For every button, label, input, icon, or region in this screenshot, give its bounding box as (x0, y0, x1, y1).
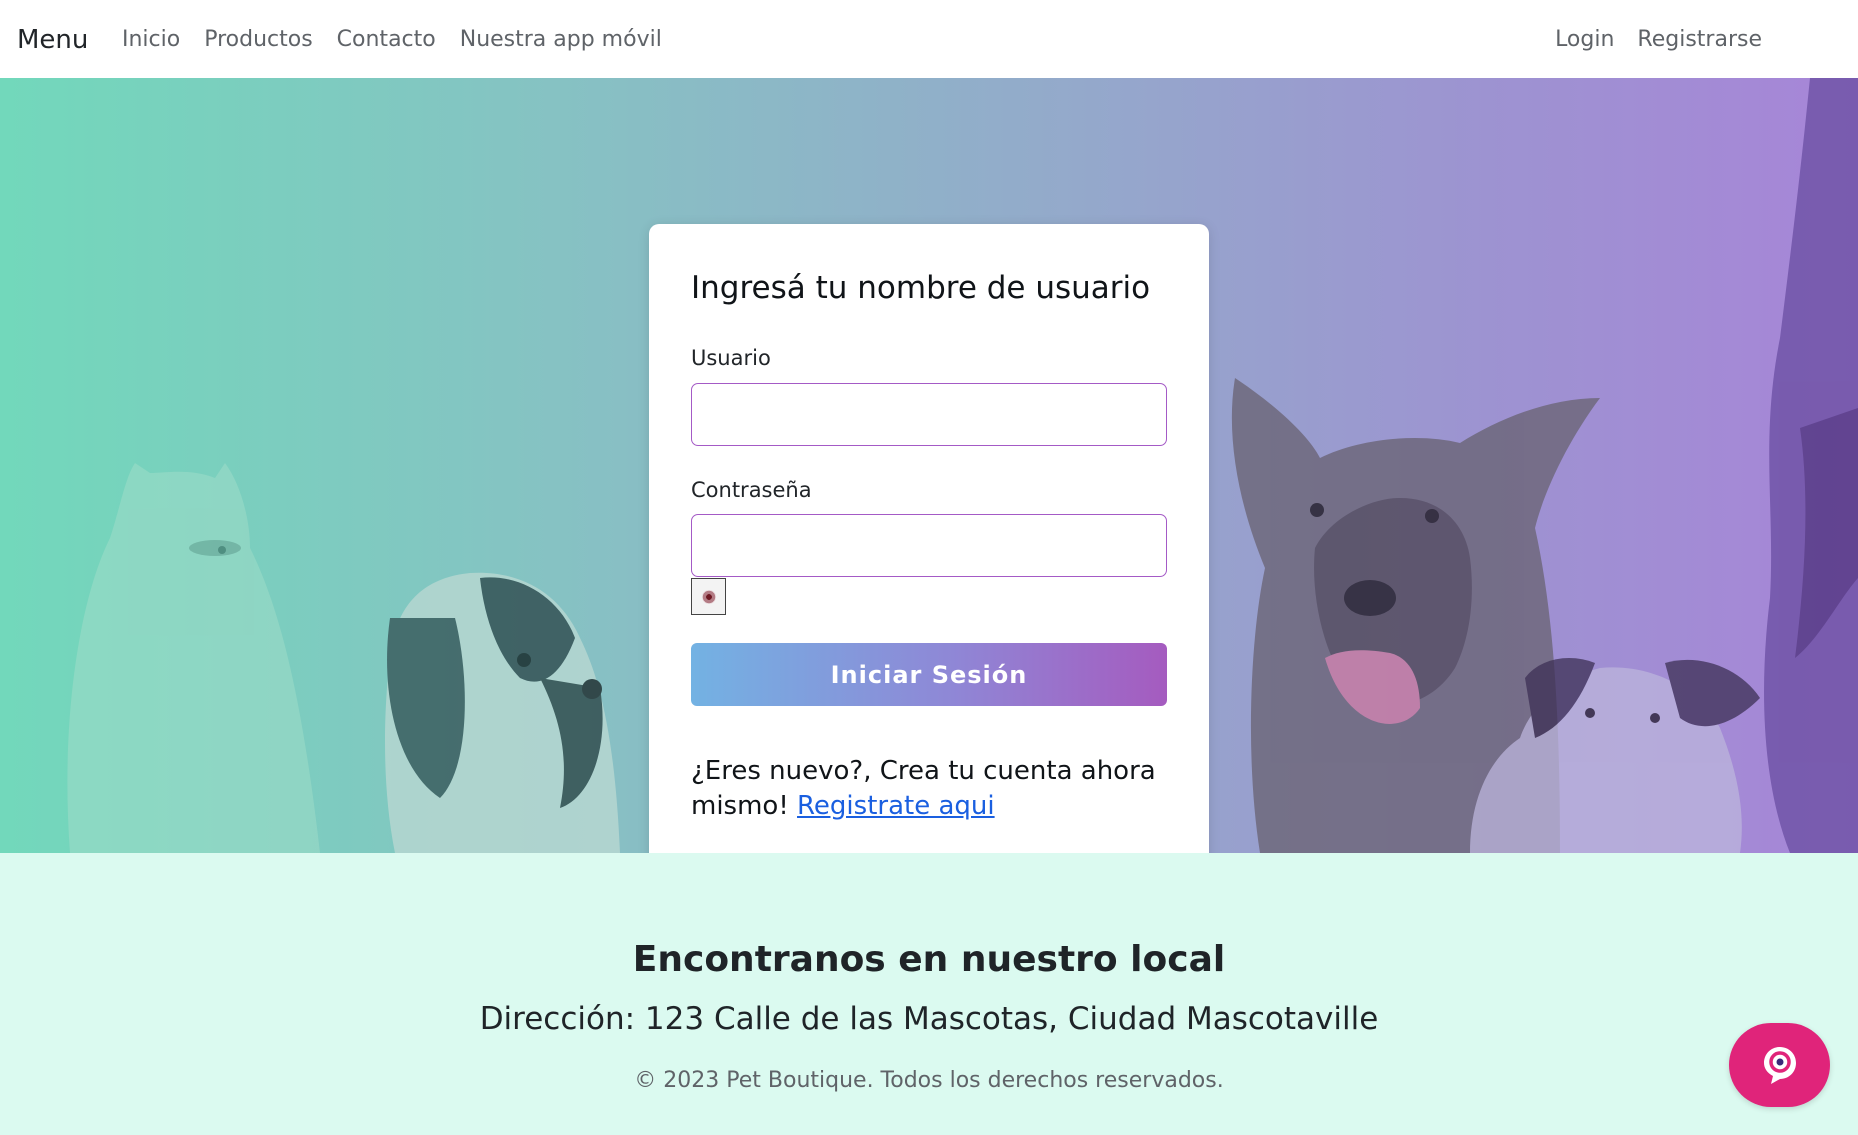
register-link[interactable]: Registrate aqui (797, 791, 995, 821)
spaniel-illustration (385, 572, 620, 853)
nav-link-app-movil[interactable]: Nuestra app móvil (460, 22, 662, 58)
nav-link-productos[interactable]: Productos (204, 22, 312, 58)
store-address: Dirección: 123 Calle de las Mascotas, Ci… (479, 1001, 1379, 1037)
nav-link-inicio[interactable]: Inicio (122, 22, 180, 58)
nav-link-contacto[interactable]: Contacto (337, 22, 436, 58)
password-label: Contraseña (691, 478, 812, 502)
nav-links: Inicio Productos Contacto Nuestra app mó… (122, 22, 662, 58)
nav-link-login[interactable]: Login (1555, 22, 1614, 58)
copyright-text: © 2023 Pet Boutique. Todos los derechos … (634, 1068, 1224, 1093)
username-label: Usuario (691, 346, 771, 370)
chat-bubble-icon (1763, 1047, 1796, 1084)
footer-title: Encontranos en nuestro local (632, 939, 1226, 980)
login-submit-button[interactable]: Iniciar Sesión (691, 643, 1167, 706)
auth-links: Login Registrarse (1555, 22, 1762, 58)
chat-widget-button[interactable] (1729, 1023, 1830, 1107)
top-navbar: Menu Inicio Productos Contacto Nuestra a… (0, 0, 1858, 78)
cat-illustration (67, 463, 320, 853)
login-title: Ingresá tu nombre de usuario (691, 270, 1151, 306)
login-card: Ingresá tu nombre de usuario Usuario Con… (649, 224, 1209, 853)
footer: Encontranos en nuestro local Dirección: … (0, 853, 1858, 1135)
eye-icon (701, 589, 716, 604)
signup-prompt: ¿Eres nuevo?, Crea tu cuenta ahora mismo… (691, 754, 1171, 824)
large-dog-illustration (1764, 78, 1858, 853)
username-input[interactable] (691, 383, 1167, 446)
toggle-password-visibility-button[interactable] (691, 578, 726, 615)
hero-section: Ingresá tu nombre de usuario Usuario Con… (0, 78, 1858, 853)
nav-link-registrarse[interactable]: Registrarse (1637, 22, 1762, 58)
menu-brand[interactable]: Menu (17, 22, 88, 58)
password-input[interactable] (691, 514, 1167, 577)
